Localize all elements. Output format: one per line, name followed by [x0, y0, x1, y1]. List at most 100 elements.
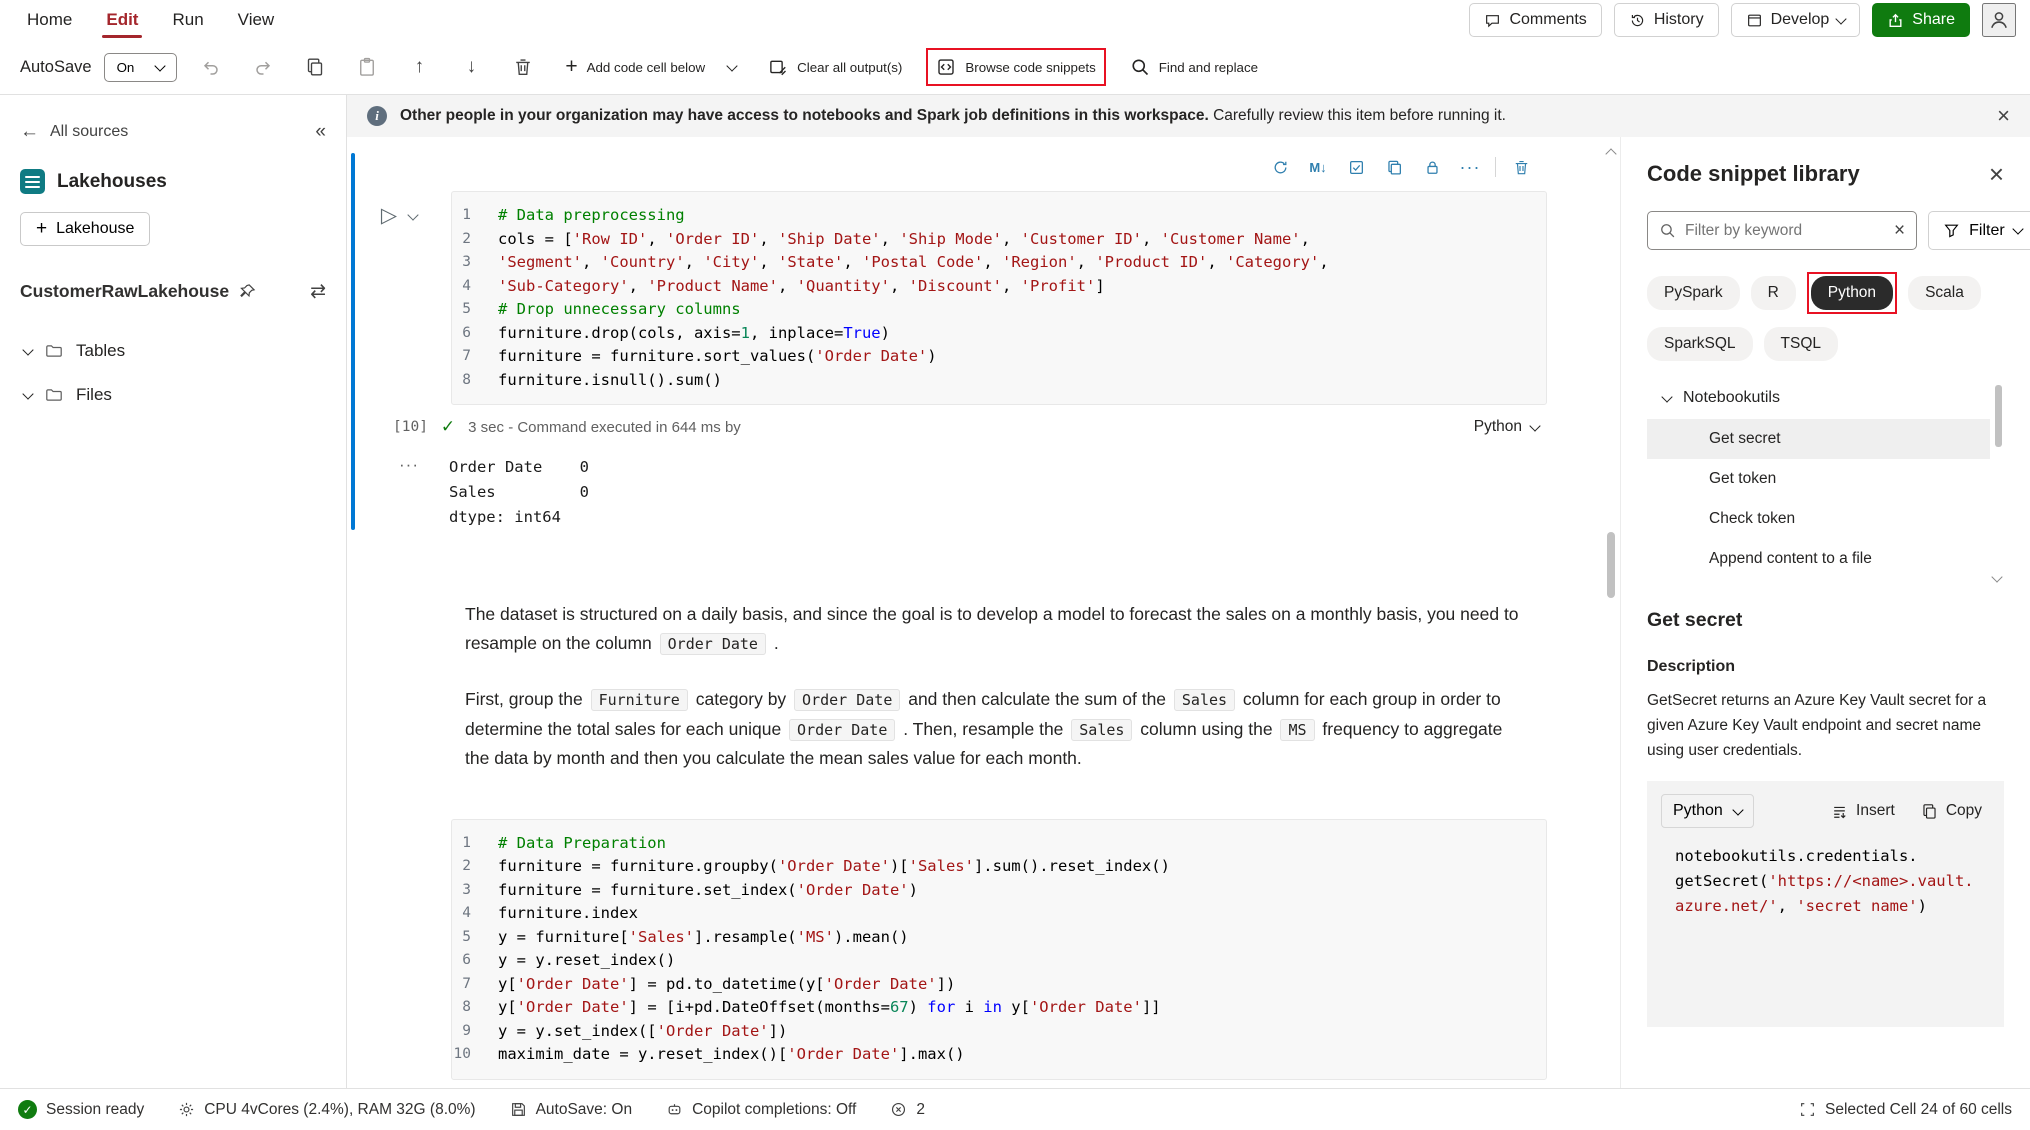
filter-button[interactable]: Filter	[1928, 211, 2030, 250]
code-editor[interactable]: 1# Data Preparation2furniture = furnitur…	[451, 819, 1547, 1080]
browse-code-snippets-button[interactable]: Browse code snippets	[926, 48, 1105, 86]
collapse-sidebar-button[interactable]: «	[315, 121, 326, 143]
chevron-down-icon	[1661, 391, 1672, 402]
output-more-icon[interactable]: ···	[399, 455, 419, 530]
notebook-scrollbar[interactable]	[1603, 137, 1620, 1088]
code-line: furniture.isnull().sum()	[498, 369, 722, 393]
code-editor[interactable]: 1# Data preprocessing2cols = ['Row ID', …	[451, 191, 1547, 405]
snippet-tag-tsql[interactable]: TSQL	[1764, 327, 1838, 361]
comments-label: Comments	[1509, 11, 1586, 29]
delete-cell-icon[interactable]	[1505, 153, 1537, 181]
pin-icon[interactable]	[239, 283, 256, 300]
all-sources-back-button[interactable]: ← All sources	[20, 121, 128, 143]
error-count[interactable]: 2	[890, 1101, 925, 1119]
snippet-item-get-secret[interactable]: Get secret	[1647, 419, 1990, 459]
menu-tab-view[interactable]: View	[221, 1, 292, 39]
snippet-item-get-token[interactable]: Get token	[1647, 459, 1990, 499]
copy-snippet-button[interactable]: Copy	[1913, 796, 1990, 826]
resource-usage[interactable]: CPU 4vCores (2.4%), RAM 32G (8.0%)	[178, 1101, 475, 1119]
snippet-item-check-token[interactable]: Check token	[1647, 499, 1990, 539]
snippet-item-append-content-to-a-file[interactable]: Append content to a file	[1647, 539, 1990, 579]
run-options-chevron-icon[interactable]	[407, 209, 418, 220]
account-button[interactable]	[1982, 3, 2016, 37]
line-number: 5	[452, 298, 498, 322]
scrollbar-thumb[interactable]	[1607, 532, 1615, 598]
app-window: HomeEditRunView Comments History Develop…	[0, 0, 2030, 1130]
scroll-down-icon[interactable]	[1991, 571, 2002, 582]
snippet-language-selector[interactable]: Python	[1661, 794, 1754, 828]
refresh-cell-icon[interactable]	[1264, 153, 1296, 181]
scroll-up-icon[interactable]	[1605, 148, 1616, 159]
line-number: 1	[452, 832, 498, 856]
menu-tab-edit[interactable]: Edit	[89, 1, 155, 39]
snippet-tag-python[interactable]: Python	[1811, 276, 1893, 310]
banner-close-button[interactable]: ×	[1997, 103, 2010, 129]
history-label: History	[1654, 11, 1704, 29]
autosave-status-label: AutoSave: On	[536, 1101, 633, 1119]
snippet-tag-r[interactable]: R	[1751, 276, 1796, 310]
autosave-value: On	[117, 60, 135, 75]
sidebar-item-files[interactable]: Files	[20, 373, 326, 417]
line-number: 9	[452, 1020, 498, 1044]
snippet-tag-pyspark[interactable]: PySpark	[1647, 276, 1740, 310]
autosave-label: AutoSave	[20, 58, 92, 77]
scrollbar-thumb[interactable]	[1995, 385, 2002, 447]
panel-close-button[interactable]: ×	[1989, 164, 2004, 184]
comments-button[interactable]: Comments	[1469, 3, 1601, 37]
menu-tab-run[interactable]: Run	[155, 1, 220, 39]
copilot-status[interactable]: Copilot completions: Off	[666, 1101, 856, 1119]
copy-button[interactable]	[297, 49, 333, 85]
clear-search-icon[interactable]: ×	[1894, 220, 1905, 242]
snippet-tree-group[interactable]: Notebookutils	[1647, 383, 1990, 419]
find-and-replace-button[interactable]: Find and replace	[1122, 50, 1266, 84]
autosave-status[interactable]: AutoSave: On	[510, 1101, 633, 1119]
sidebar-item-tables[interactable]: Tables	[20, 329, 326, 373]
share-button[interactable]: Share	[1872, 3, 1970, 37]
snippet-language: Python	[1673, 802, 1723, 820]
chevron-down-icon[interactable]	[22, 388, 33, 399]
copy-icon	[305, 57, 325, 77]
code-cell-1[interactable]: M↓ ··· ▷	[347, 151, 1547, 530]
run-cell-button[interactable]: ▷	[381, 205, 397, 226]
move-cell-up-button[interactable]: ↑	[401, 49, 437, 85]
chevron-down-icon	[1836, 13, 1847, 24]
code-line: y = furniture['Sales'].resample('MS').me…	[498, 926, 909, 950]
cell-language-selector[interactable]: Python	[1474, 418, 1539, 436]
code-line: y = y.reset_index()	[498, 949, 675, 973]
more-options-icon[interactable]: ···	[1454, 153, 1486, 181]
markdown-cell[interactable]: The dataset is structured on a daily bas…	[465, 600, 1529, 773]
history-button[interactable]: History	[1614, 3, 1719, 37]
cell-status-row: [10] ✓ 3 sec - Command executed in 644 m…	[393, 417, 1547, 437]
select-cell-icon[interactable]	[1340, 153, 1372, 181]
menu-tab-home[interactable]: Home	[10, 1, 89, 39]
duplicate-cell-icon[interactable]	[1378, 153, 1410, 181]
delete-cell-button[interactable]	[505, 49, 541, 85]
snippet-tag-sparksql[interactable]: SparkSQL	[1647, 327, 1753, 361]
snippet-search-box[interactable]: ×	[1647, 211, 1917, 250]
add-code-cell-label: Add code cell below	[587, 60, 706, 75]
redo-button[interactable]	[245, 49, 281, 85]
switch-lakehouse-button[interactable]: ⇄	[310, 280, 326, 303]
develop-button[interactable]: Develop	[1731, 3, 1861, 37]
clear-outputs-icon	[768, 57, 788, 77]
undo-button[interactable]	[193, 49, 229, 85]
paste-button[interactable]	[349, 49, 385, 85]
add-code-cell-button[interactable]: + Add code cell below	[557, 51, 744, 83]
code-line: furniture = furniture.groupby('Order Dat…	[498, 855, 1170, 879]
clear-all-outputs-button[interactable]: Clear all output(s)	[760, 50, 910, 84]
move-cell-down-button[interactable]: ↓	[453, 49, 489, 85]
snippet-tag-scala[interactable]: Scala	[1908, 276, 1981, 310]
convert-to-markdown-icon[interactable]: M↓	[1302, 153, 1334, 181]
snippet-search-input[interactable]	[1685, 222, 1885, 240]
info-banner: i Other people in your organization may …	[347, 95, 2030, 137]
autosave-toggle[interactable]: On	[104, 53, 178, 82]
add-lakehouse-button[interactable]: + Lakehouse	[20, 212, 150, 246]
menu-tabs: HomeEditRunView	[10, 1, 291, 39]
snippet-group-label: Notebookutils	[1683, 389, 1780, 407]
chevron-down-icon[interactable]	[22, 344, 33, 355]
insert-snippet-button[interactable]: Insert	[1823, 796, 1903, 826]
code-cell-2[interactable]: 1# Data Preparation2furniture = furnitur…	[347, 819, 1547, 1089]
lock-cell-icon[interactable]	[1416, 153, 1448, 181]
line-number: 6	[452, 949, 498, 973]
snippet-tree-scrollbar[interactable]	[1992, 383, 2004, 579]
